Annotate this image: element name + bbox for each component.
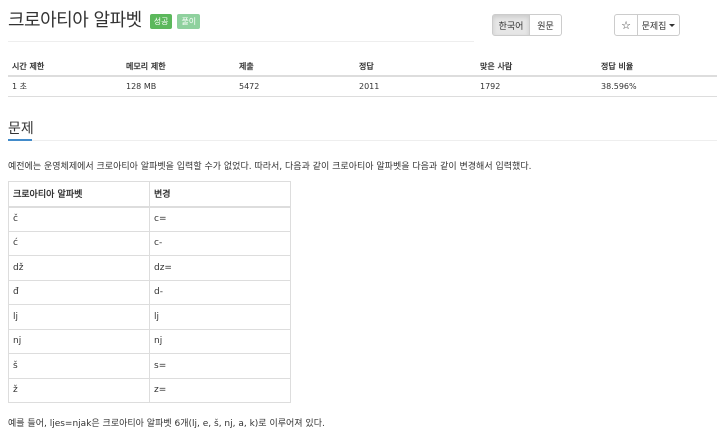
alphabet-replacement: d-: [149, 279, 291, 305]
alphabet-letter: dž: [8, 255, 150, 281]
alphabet-replacement: lj: [149, 304, 291, 330]
problem-tools: ☆ 문제집: [614, 14, 680, 36]
info-header-time-limit: 시간 제한: [8, 57, 122, 77]
info-header-row: 시간 제한 메모리 제한 제출 정답 맞은 사람 정답 비율: [8, 57, 717, 77]
alphabet-replacement: z=: [149, 377, 291, 403]
table-row: č c=: [8, 206, 291, 232]
table-row: nj nj: [8, 328, 291, 354]
table-row: đ d-: [8, 279, 291, 305]
alphabet-replacement: nj: [149, 328, 291, 354]
alphabet-letter: ž: [8, 377, 150, 403]
alphabet-letter: đ: [8, 279, 150, 305]
language-toggle: 한국어 원문: [492, 14, 562, 36]
info-submissions: 5472: [235, 76, 355, 97]
caret-down-icon: [669, 23, 676, 27]
info-value-row: 1 초 128 MB 5472 2011 1792 38.596%: [8, 76, 717, 97]
alphabet-table: 크로아티아 알파벳 변경 č c= ć c- dž dz= đ d- lj lj…: [8, 181, 291, 403]
example-text: 예를 들어, ljes=njak은 크로아티아 알파벳 6개(lj, e, š,…: [8, 419, 325, 429]
info-memory-limit: 128 MB: [122, 76, 235, 97]
alphabet-letter: č: [8, 206, 150, 232]
info-solvers: 1792: [476, 76, 597, 97]
success-badge[interactable]: 성공: [149, 13, 173, 29]
info-header-ratio: 정답 비율: [597, 57, 717, 77]
table-row: lj lj: [8, 304, 291, 330]
star-icon: ☆: [621, 18, 631, 32]
lang-korean-button[interactable]: 한국어: [492, 14, 530, 36]
alphabet-header-replacement: 변경: [149, 181, 291, 208]
problem-set-dropdown[interactable]: 문제집: [638, 14, 680, 36]
info-header-submissions: 제출: [235, 57, 355, 77]
alphabet-replacement: dz=: [149, 255, 291, 281]
section-title: 문제: [8, 121, 34, 137]
problem-title: 크로아티아 알파벳: [8, 10, 142, 31]
table-row: dž dz=: [8, 255, 291, 281]
section-divider: [8, 140, 717, 141]
problem-set-label: 문제집: [641, 21, 667, 32]
star-button[interactable]: ☆: [614, 14, 638, 36]
alphabet-replacement: c=: [149, 206, 291, 232]
alphabet-letter: lj: [8, 304, 150, 330]
alphabet-replacement: s=: [149, 353, 291, 379]
info-header-accepted: 정답: [355, 57, 476, 77]
info-accepted: 2011: [355, 76, 476, 97]
section-accent-underline: [8, 139, 32, 141]
alphabet-letter: š: [8, 353, 150, 379]
alphabet-letter: nj: [8, 328, 150, 354]
info-time-limit: 1 초: [8, 76, 122, 97]
alphabet-letter: ć: [8, 230, 150, 256]
table-row: ž z=: [8, 377, 291, 403]
problem-description: 예전에는 운영체제에서 크로아티아 알파벳을 입력할 수가 없었다. 따라서, …: [8, 162, 532, 172]
alphabet-replacement: c-: [149, 230, 291, 256]
lang-original-button[interactable]: 원문: [530, 14, 562, 36]
table-row: ć c-: [8, 230, 291, 256]
problem-info-table: 시간 제한 메모리 제한 제출 정답 맞은 사람 정답 비율 1 초 128 M…: [8, 57, 717, 97]
info-header-solvers: 맞은 사람: [476, 57, 597, 77]
info-header-memory-limit: 메모리 제한: [122, 57, 235, 77]
alphabet-header-row: 크로아티아 알파벳 변경: [8, 181, 291, 208]
title-row: 크로아티아 알파벳 성공 풀이: [8, 9, 201, 33]
solved-badge[interactable]: 풀이: [177, 13, 201, 29]
info-ratio: 38.596%: [597, 76, 717, 97]
table-row: š s=: [8, 353, 291, 379]
title-divider: [8, 41, 474, 42]
alphabet-header-letter: 크로아티아 알파벳: [8, 181, 150, 208]
